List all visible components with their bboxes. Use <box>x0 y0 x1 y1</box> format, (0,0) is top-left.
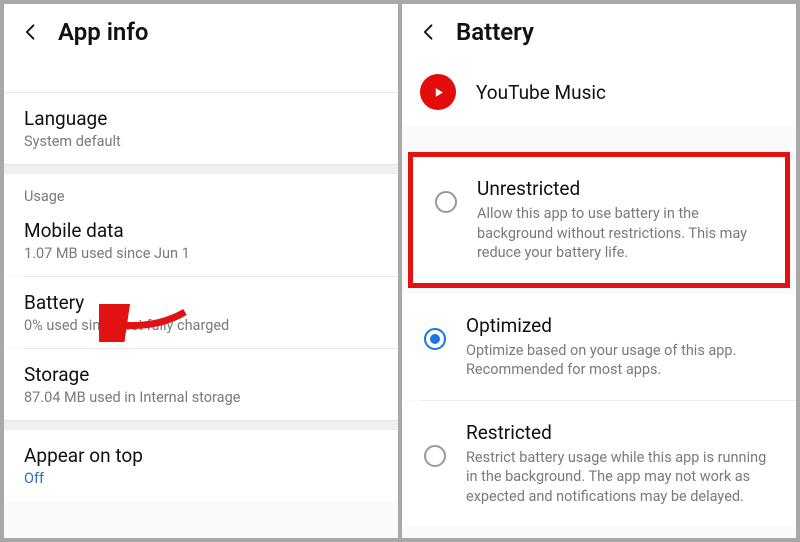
page-title: Battery <box>456 18 534 46</box>
highlight-annotation: Unrestricted Allow this app to use batte… <box>408 152 790 288</box>
row-title: Battery <box>24 291 378 314</box>
row-title: Language <box>24 107 378 130</box>
content-scroll[interactable]: YouTube Music Unrestricted Allow this ap… <box>402 62 796 538</box>
row-sub: System default <box>24 133 378 150</box>
battery-panel: Battery YouTube Music Unrestricted Allow… <box>402 4 796 538</box>
content-scroll[interactable]: Language System default Usage Mobile dat… <box>4 62 398 538</box>
option-title: Optimized <box>466 314 774 337</box>
row-title: Storage <box>24 363 378 386</box>
radio-icon[interactable] <box>424 445 446 467</box>
option-title: Restricted <box>466 421 774 444</box>
usage-section-label: Usage <box>4 174 398 213</box>
option-unrestricted[interactable]: Unrestricted Allow this app to use batte… <box>413 157 785 283</box>
option-title: Unrestricted <box>477 177 763 200</box>
radio-icon[interactable] <box>435 191 457 213</box>
row-mobile-data[interactable]: Mobile data 1.07 MB used since Jun 1 <box>4 213 398 276</box>
row-sub: 1.07 MB used since Jun 1 <box>24 245 378 262</box>
radio-icon[interactable] <box>424 328 446 350</box>
youtube-music-icon <box>420 74 456 110</box>
page-title: App info <box>58 18 148 46</box>
row-sub: Off <box>24 470 378 487</box>
header: Battery <box>402 4 796 62</box>
back-icon[interactable] <box>20 21 42 43</box>
app-header: YouTube Music <box>402 62 796 126</box>
row-language[interactable]: Language System default <box>4 93 398 164</box>
row-title: Mobile data <box>24 219 378 242</box>
option-desc: Allow this app to use battery in the bac… <box>477 204 763 263</box>
row-appear-on-top[interactable]: Appear on top Off <box>4 430 398 501</box>
row-battery[interactable]: Battery 0% used since last fully charged <box>4 277 398 348</box>
back-icon[interactable] <box>418 21 440 43</box>
option-optimized[interactable]: Optimized Optimize based on your usage o… <box>402 294 796 400</box>
row-title: Appear on top <box>24 444 378 467</box>
option-restricted[interactable]: Restricted Restrict battery usage while … <box>402 401 796 527</box>
row-sub: 0% used since last fully charged <box>24 317 378 334</box>
app-info-panel: App info Language System default Usage M… <box>4 4 398 538</box>
row-sub: 87.04 MB used in Internal storage <box>24 389 378 406</box>
option-desc: Restrict battery usage while this app is… <box>466 448 774 507</box>
app-name: YouTube Music <box>476 81 606 104</box>
header: App info <box>4 4 398 62</box>
row-storage[interactable]: Storage 87.04 MB used in Internal storag… <box>4 349 398 420</box>
option-desc: Optimize based on your usage of this app… <box>466 341 774 380</box>
